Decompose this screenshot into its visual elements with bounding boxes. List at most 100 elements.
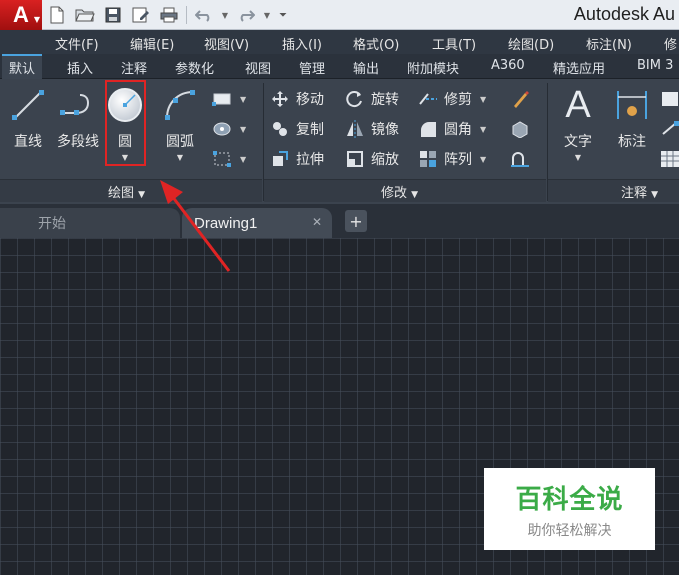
tab-a360[interactable]: A360 bbox=[484, 54, 532, 79]
line-icon bbox=[8, 85, 48, 125]
tab-start[interactable]: 开始 bbox=[0, 208, 180, 238]
tab-drawing1[interactable]: Drawing1 ✕ bbox=[182, 208, 332, 238]
chevron-down-icon[interactable]: ▼ bbox=[480, 155, 486, 164]
chevron-down-icon[interactable]: ▼ bbox=[177, 153, 183, 162]
tab-addins[interactable]: 附加模块 bbox=[400, 54, 466, 79]
copy-tool-label: 复制 bbox=[296, 122, 324, 138]
quick-access-toolbar: ▼ ▼ ⏷ bbox=[46, 3, 289, 27]
menu-tools[interactable]: 工具(T) bbox=[432, 34, 476, 53]
array-tool-button[interactable]: 阵列 ▼ bbox=[418, 147, 486, 171]
line-tool-button[interactable]: 直线 bbox=[3, 85, 53, 173]
mirror-tool-label: 镜像 bbox=[371, 122, 399, 138]
chevron-down-icon[interactable]: ▼ bbox=[480, 125, 486, 134]
tab-bim360[interactable]: BIM 3 bbox=[630, 54, 679, 79]
copy-tool-button[interactable]: 复制 bbox=[270, 117, 324, 141]
print-icon[interactable] bbox=[158, 4, 180, 26]
move-icon bbox=[270, 89, 290, 109]
chevron-down-icon[interactable]: ▼ bbox=[575, 153, 581, 162]
rotate-tool-button[interactable]: 旋转 bbox=[345, 87, 399, 111]
chevron-down-icon[interactable]: ▼ bbox=[240, 125, 246, 134]
autocad-logo-icon: A bbox=[13, 2, 29, 27]
new-file-icon[interactable] bbox=[46, 4, 68, 26]
undo-icon[interactable] bbox=[193, 4, 215, 26]
chevron-down-icon[interactable]: ▼ bbox=[480, 95, 486, 104]
arc-tool-label: 圆弧 bbox=[166, 134, 194, 150]
leader-icon bbox=[660, 89, 679, 109]
menu-draw[interactable]: 绘图(D) bbox=[508, 34, 554, 53]
rotate-tool-label: 旋转 bbox=[371, 92, 399, 108]
customize-dropdown-icon[interactable]: ⏷ bbox=[277, 4, 289, 26]
offset-icon bbox=[510, 149, 530, 169]
tab-manage[interactable]: 管理 bbox=[292, 54, 332, 79]
stretch-icon bbox=[270, 149, 290, 169]
menu-file[interactable]: 文件(F) bbox=[55, 34, 99, 53]
copy-icon bbox=[270, 119, 290, 139]
menu-modify[interactable]: 修 bbox=[664, 34, 677, 53]
line-tool-label: 直线 bbox=[14, 134, 42, 150]
stretch-tool-label: 拉伸 bbox=[296, 152, 324, 168]
menu-insert[interactable]: 插入(I) bbox=[282, 34, 322, 53]
menu-edit[interactable]: 编辑(E) bbox=[130, 34, 174, 53]
new-tab-button[interactable]: + bbox=[345, 210, 367, 232]
mtext-tool-button[interactable] bbox=[660, 117, 679, 141]
tab-annotate[interactable]: 注释 bbox=[114, 54, 154, 79]
application-menu-button[interactable]: A ▼ bbox=[0, 0, 42, 30]
draw-panel-title[interactable]: 绘图 ▼ bbox=[108, 182, 145, 201]
array-tool-label: 阵列 bbox=[444, 152, 472, 168]
region-icon bbox=[212, 149, 232, 169]
erase-icon bbox=[510, 89, 530, 109]
move-tool-button[interactable]: 移动 bbox=[270, 87, 324, 111]
scale-tool-label: 缩放 bbox=[371, 152, 399, 168]
fillet-tool-button[interactable]: 圆角 ▼ bbox=[418, 117, 486, 141]
chevron-down-icon: ▼ bbox=[33, 15, 40, 24]
table-icon bbox=[660, 149, 679, 169]
tab-parametric[interactable]: 参数化 bbox=[168, 54, 221, 79]
save-as-icon[interactable] bbox=[130, 4, 152, 26]
tab-default[interactable]: 默认 bbox=[2, 54, 43, 79]
tab-insert[interactable]: 插入 bbox=[60, 54, 100, 79]
save-icon[interactable] bbox=[102, 4, 124, 26]
window-title: Autodesk Au bbox=[573, 4, 675, 24]
stretch-tool-button[interactable]: 拉伸 bbox=[270, 147, 324, 171]
tab-drawing1-label: Drawing1 bbox=[194, 214, 258, 232]
chevron-down-icon[interactable]: ▼ bbox=[240, 95, 246, 104]
open-folder-icon[interactable] bbox=[74, 4, 96, 26]
menu-dimension[interactable]: 标注(N) bbox=[586, 34, 632, 53]
redo-icon[interactable] bbox=[235, 4, 257, 26]
scale-icon bbox=[345, 149, 365, 169]
leader-tool-button[interactable] bbox=[660, 87, 679, 111]
dimension-tool-button[interactable]: 标注 bbox=[607, 85, 657, 173]
tab-featured-apps[interactable]: 精选应用 bbox=[546, 54, 612, 79]
redo-dropdown-icon[interactable]: ▼ bbox=[263, 4, 271, 26]
scale-tool-button[interactable]: 缩放 bbox=[345, 147, 399, 171]
table-tool-button[interactable] bbox=[660, 147, 679, 171]
annotation-panel-footer[interactable] bbox=[548, 179, 679, 202]
ribbon-tab-bar: 默认 插入 注释 参数化 视图 管理 输出 附加模块 A360 精选应用 BIM… bbox=[0, 54, 679, 79]
undo-dropdown-icon[interactable]: ▼ bbox=[221, 4, 229, 26]
dimension-icon bbox=[612, 85, 652, 125]
polyline-tool-label: 多段线 bbox=[57, 134, 99, 150]
region-tool-button[interactable]: ▼ bbox=[212, 147, 246, 171]
annotation-panel-title-text: 注释 bbox=[621, 186, 648, 201]
menu-format[interactable]: 格式(O) bbox=[353, 34, 399, 53]
erase-tool-button[interactable] bbox=[510, 87, 530, 111]
mirror-tool-button[interactable]: 镜像 bbox=[345, 117, 399, 141]
chevron-down-icon[interactable]: ▼ bbox=[240, 155, 246, 164]
tab-output[interactable]: 输出 bbox=[346, 54, 386, 79]
hatch-tool-button[interactable]: ▼ bbox=[212, 117, 246, 141]
offset-tool-button[interactable] bbox=[510, 147, 530, 171]
modify-panel-title[interactable]: 修改 ▼ bbox=[381, 182, 418, 201]
toolbar-separator bbox=[186, 6, 187, 24]
rectangle-tool-button[interactable]: ▼ bbox=[212, 87, 246, 111]
close-icon[interactable]: ✕ bbox=[312, 215, 322, 229]
text-tool-button[interactable]: A 文字 ▼ bbox=[553, 84, 603, 173]
arc-tool-button[interactable]: 圆弧 ▼ bbox=[155, 85, 205, 173]
trim-tool-button[interactable]: 修剪 ▼ bbox=[418, 87, 486, 111]
polyline-tool-button[interactable]: 多段线 bbox=[52, 85, 104, 173]
menu-bar: 文件(F) 编辑(E) 视图(V) 插入(I) 格式(O) 工具(T) 绘图(D… bbox=[0, 30, 679, 54]
explode-tool-button[interactable] bbox=[510, 117, 530, 141]
tab-view[interactable]: 视图 bbox=[238, 54, 278, 79]
polyline-icon bbox=[58, 85, 98, 125]
menu-view[interactable]: 视图(V) bbox=[204, 34, 249, 53]
annotation-panel-title[interactable]: 注释 ▼ bbox=[621, 182, 658, 201]
